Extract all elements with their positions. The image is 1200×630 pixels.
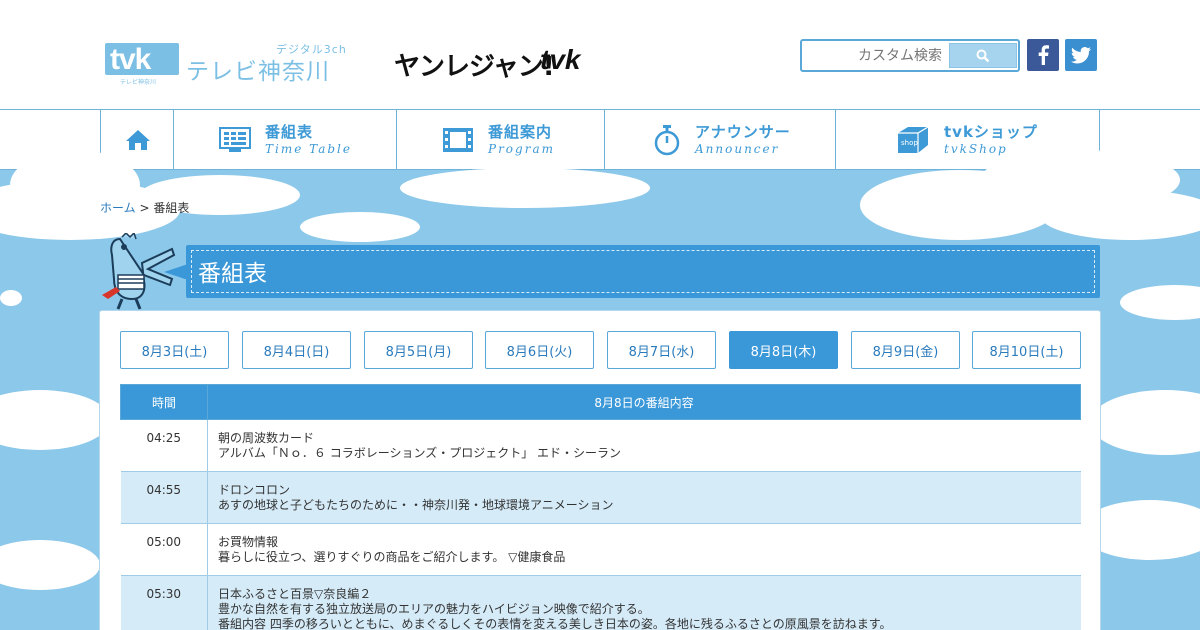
cloud (1090, 390, 1200, 455)
home-icon (125, 129, 150, 150)
film-icon (443, 127, 473, 152)
date-tab[interactable]: 8月9日(金) (851, 331, 960, 369)
program-detail: 番組内容 四季の移ろいとともに、めまぐるしくその表情を変える美しき日本の姿。各地… (218, 617, 892, 630)
brand-logo-tvk[interactable]: tvk (540, 44, 580, 76)
breadcrumb-home-link[interactable]: ホーム (100, 201, 136, 215)
svg-text:shop: shop (901, 139, 918, 147)
nav-shop-label: tvkショップ (944, 122, 1038, 141)
nav-program[interactable]: 番組案内 Program (396, 110, 605, 169)
page-title-bar: 番組表 (186, 245, 1100, 298)
nav-timetable[interactable]: 番組表 Time Table (173, 110, 397, 169)
stopwatch-icon (654, 124, 680, 155)
cloud (0, 390, 110, 450)
timetable-panel: 8月3日(土) 8月4日(日) 8月5日(月) 8月6日(火) 8月7日(水) … (99, 310, 1101, 630)
nav-program-sublabel: Program (488, 141, 555, 156)
breadcrumb-current: 番組表 (153, 201, 190, 215)
program-title[interactable]: 日本ふるさと百景▽奈良編２ (218, 587, 1071, 602)
program-time: 05:30 (120, 575, 208, 630)
search-button[interactable] (949, 43, 1017, 68)
date-tab[interactable]: 8月3日(土) (120, 331, 229, 369)
nav-program-label: 番組案内 (488, 122, 553, 141)
tvk-logo-text: tvk (110, 43, 151, 76)
date-tab[interactable]: 8月5日(月) (364, 331, 473, 369)
date-tab[interactable]: 8月10日(土) (972, 331, 1081, 369)
program-description: あすの地球と子どもたちのために・・神奈川発・地球環境アニメーション (218, 498, 614, 512)
schedule-header-row: 時間 8月8日の番組内容 (120, 384, 1081, 420)
program-title[interactable]: お買物情報 (218, 535, 1071, 550)
table-row[interactable]: 05:30 日本ふるさと百景▽奈良編２ 豊かな自然を有する独立放送局のエリアの魅… (120, 575, 1081, 630)
tvk-logo-subtext: テレビ神奈川 (120, 79, 157, 86)
breadcrumb: ホーム > 番組表 (100, 199, 189, 216)
nav-announcer[interactable]: アナウンサー Announcer (604, 110, 836, 169)
brand-logo-text[interactable]: ヤンレジャン! (394, 46, 555, 83)
date-tab[interactable]: 8月7日(水) (607, 331, 716, 369)
facebook-icon (1038, 45, 1049, 65)
program-title[interactable]: ドロンコロン (218, 483, 1071, 498)
table-row[interactable]: 04:55 ドロンコロン あすの地球と子どもたちのために・・神奈川発・地球環境ア… (120, 471, 1081, 524)
date-tab[interactable]: 8月6日(火) (485, 331, 594, 369)
shop-icon: shop (898, 125, 929, 153)
program-content: お買物情報 暮らしに役立つ、選りすぐりの商品をご紹介します。 ▽健康食品 (207, 523, 1081, 576)
time-column-header: 時間 (120, 384, 208, 420)
twitter-button[interactable] (1065, 39, 1097, 71)
search-box (800, 39, 1020, 72)
site-header: tvk テレビ神奈川 デジタル3ch テレビ神奈川 ヤンレジャン! tvk (0, 0, 1200, 110)
nav-announcer-label: アナウンサー (695, 122, 791, 141)
program-description: 暮らしに役立つ、選りすぐりの商品をご紹介します。 ▽健康食品 (218, 550, 566, 564)
facebook-button[interactable] (1027, 39, 1059, 71)
program-title[interactable]: 朝の周波数カード (218, 431, 1071, 446)
nav-timetable-label: 番組表 (265, 122, 314, 141)
program-content: 朝の周波数カード アルバム「Ｎｏ．６ コラボレーションズ・プロジェクト」 エド・… (207, 419, 1081, 472)
cloud (1040, 190, 1200, 240)
cloud (300, 212, 420, 242)
page-title: 番組表 (198, 261, 267, 287)
cloud (0, 290, 22, 306)
program-time: 05:00 (120, 523, 208, 576)
content-column-header: 8月8日の番組内容 (207, 384, 1081, 420)
cloud (400, 168, 650, 208)
table-row[interactable]: 05:00 お買物情報 暮らしに役立つ、選りすぐりの商品をご紹介します。 ▽健康… (120, 523, 1081, 576)
breadcrumb-separator: > (139, 201, 150, 215)
program-time: 04:25 (120, 419, 208, 472)
program-description: アルバム「Ｎｏ．６ コラボレーションズ・プロジェクト」 エド・シーラン (218, 446, 622, 460)
nav-announcer-sublabel: Announcer (695, 141, 780, 156)
program-content: 日本ふるさと百景▽奈良編２ 豊かな自然を有する独立放送局のエリアの魅力をハイビジ… (207, 575, 1081, 630)
twitter-icon (1071, 46, 1091, 63)
station-name[interactable]: テレビ神奈川 (186, 52, 330, 86)
nav-timetable-sublabel: Time Table (265, 141, 352, 156)
timetable-icon (219, 126, 251, 152)
search-input[interactable] (808, 45, 942, 67)
schedule-table: 時間 8月8日の番組内容 04:25 朝の周波数カード アルバム「Ｎｏ．６ コラ… (120, 384, 1081, 630)
search-icon (976, 49, 990, 62)
date-tab[interactable]: 8月4日(日) (242, 331, 351, 369)
date-tab-active[interactable]: 8月8日(木) (729, 331, 838, 369)
program-time: 04:55 (120, 471, 208, 524)
program-content: ドロンコロン あすの地球と子どもたちのために・・神奈川発・地球環境アニメーション (207, 471, 1081, 524)
cloud (1120, 285, 1200, 320)
cloud (0, 540, 100, 590)
program-description: 豊かな自然を有する独立放送局のエリアの魅力をハイビジョン映像で紹介する。 (218, 602, 650, 616)
table-row[interactable]: 04:25 朝の周波数カード アルバム「Ｎｏ．６ コラボレーションズ・プロジェク… (120, 419, 1081, 472)
mascot-image (102, 233, 176, 310)
